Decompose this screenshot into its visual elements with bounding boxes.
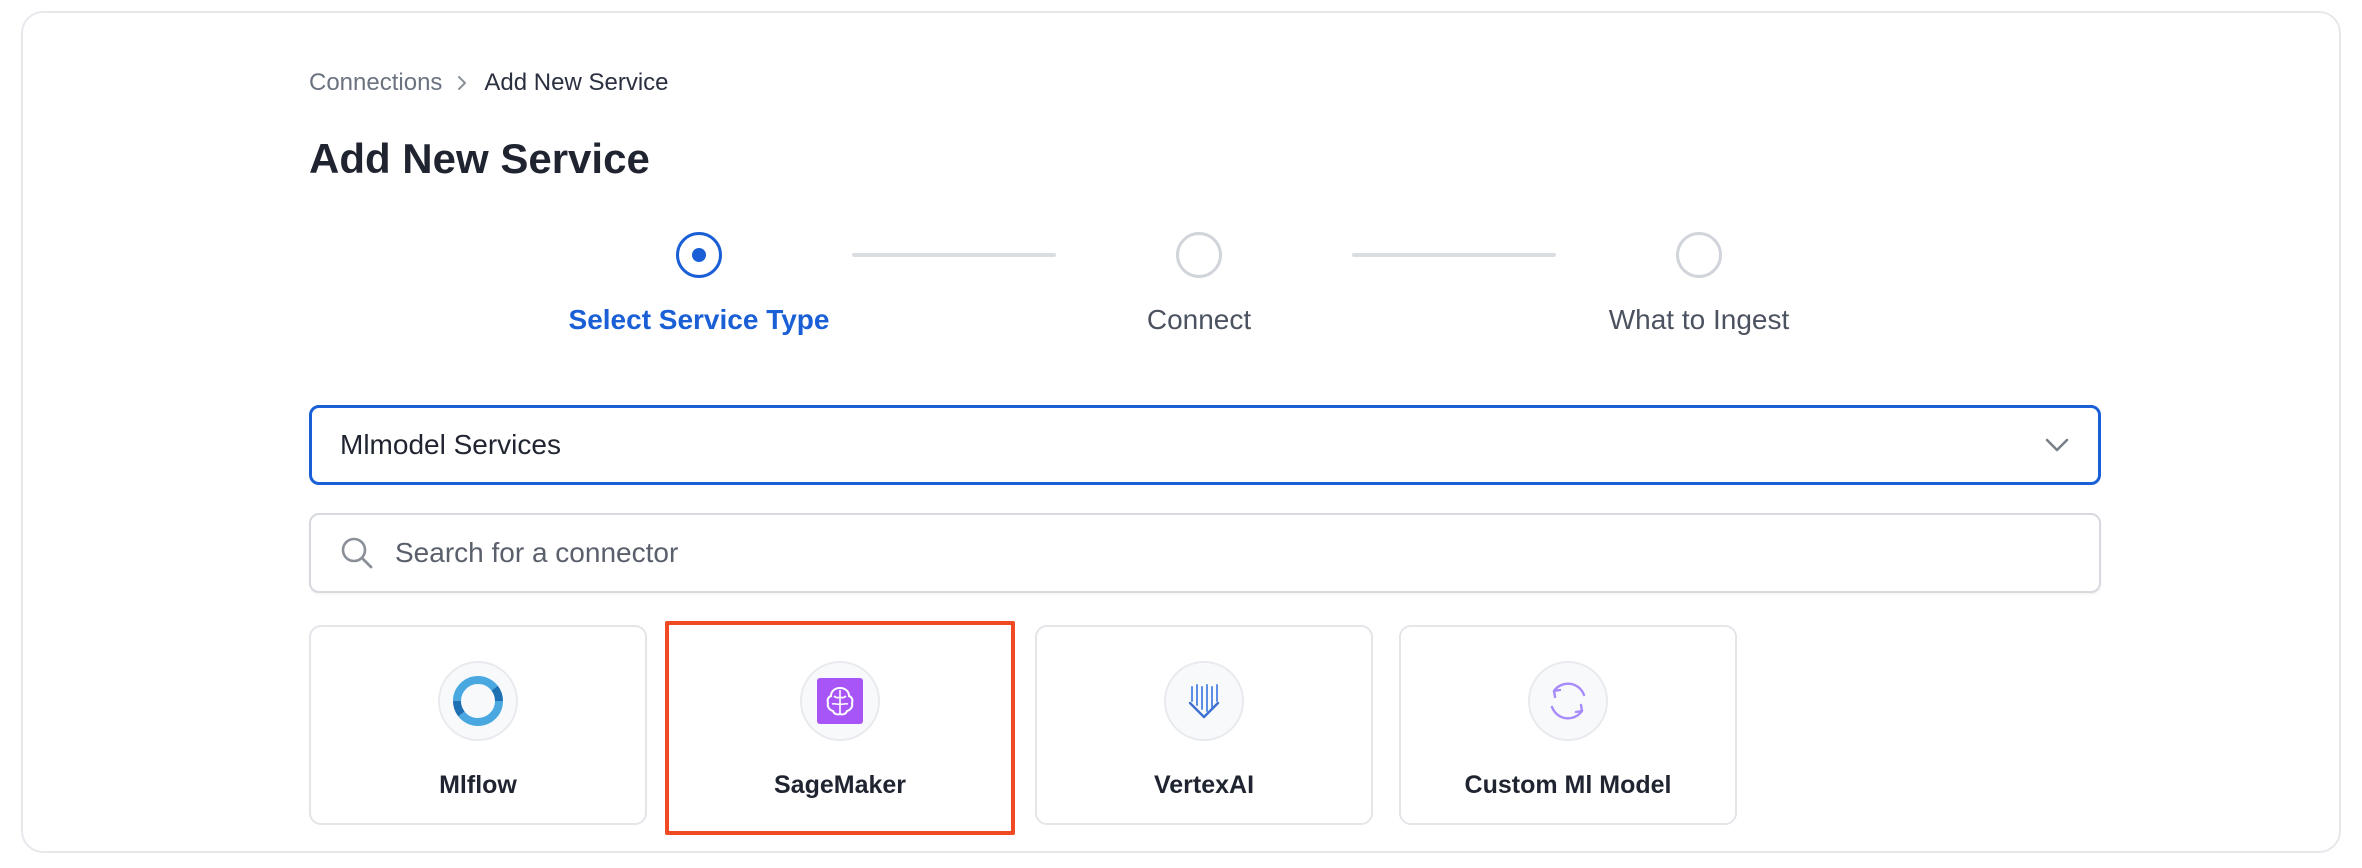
connector-card-vertexai[interactable]: VertexAI	[1035, 625, 1373, 825]
step-select-service-type: Select Service Type	[499, 232, 899, 336]
connector-card-mlflow[interactable]: Mlflow	[309, 625, 647, 825]
step-label: Connect	[1146, 304, 1252, 335]
connector-card-sagemaker[interactable]: SageMaker	[665, 621, 1015, 835]
custom-ml-model-icon	[1528, 661, 1608, 741]
step-what-to-ingest: What to Ingest	[1499, 232, 1899, 336]
step-label: What to Ingest	[1608, 304, 1790, 335]
vertexai-icon	[1164, 661, 1244, 741]
step-label: Select Service Type	[568, 304, 830, 335]
connector-name: VertexAI	[1153, 771, 1255, 799]
connector-name: Mlflow	[439, 771, 517, 799]
breadcrumb-link-connections[interactable]: Connections	[309, 69, 442, 97]
step-indicator-active	[676, 232, 722, 278]
step-connect: Connect	[999, 232, 1399, 336]
connector-grid: Mlflow SageMaker VertexAI Custom Ml Mode…	[309, 621, 2101, 835]
breadcrumb: Connections Add New Service	[309, 69, 669, 97]
step-indicator-pending	[1676, 232, 1722, 278]
connector-name: Custom Ml Model	[1464, 771, 1672, 799]
search-icon	[339, 535, 375, 571]
sagemaker-icon	[800, 661, 880, 741]
service-type-select[interactable]: Mlmodel Services	[309, 405, 2101, 485]
chevron-right-icon	[456, 74, 468, 92]
step-indicator-pending	[1176, 232, 1222, 278]
connector-name: SageMaker	[773, 771, 907, 799]
connector-search	[309, 513, 2101, 593]
search-input[interactable]	[393, 536, 2071, 570]
page-title: Add New Service	[309, 135, 650, 182]
connector-card-custom-ml-model[interactable]: Custom Ml Model	[1399, 625, 1737, 825]
chevron-down-icon	[2044, 437, 2070, 453]
service-type-select-value: Mlmodel Services	[340, 429, 561, 460]
page-frame: Connections Add New Service Add New Serv…	[21, 11, 2341, 853]
mlflow-icon	[438, 661, 518, 741]
breadcrumb-current: Add New Service	[484, 69, 669, 96]
